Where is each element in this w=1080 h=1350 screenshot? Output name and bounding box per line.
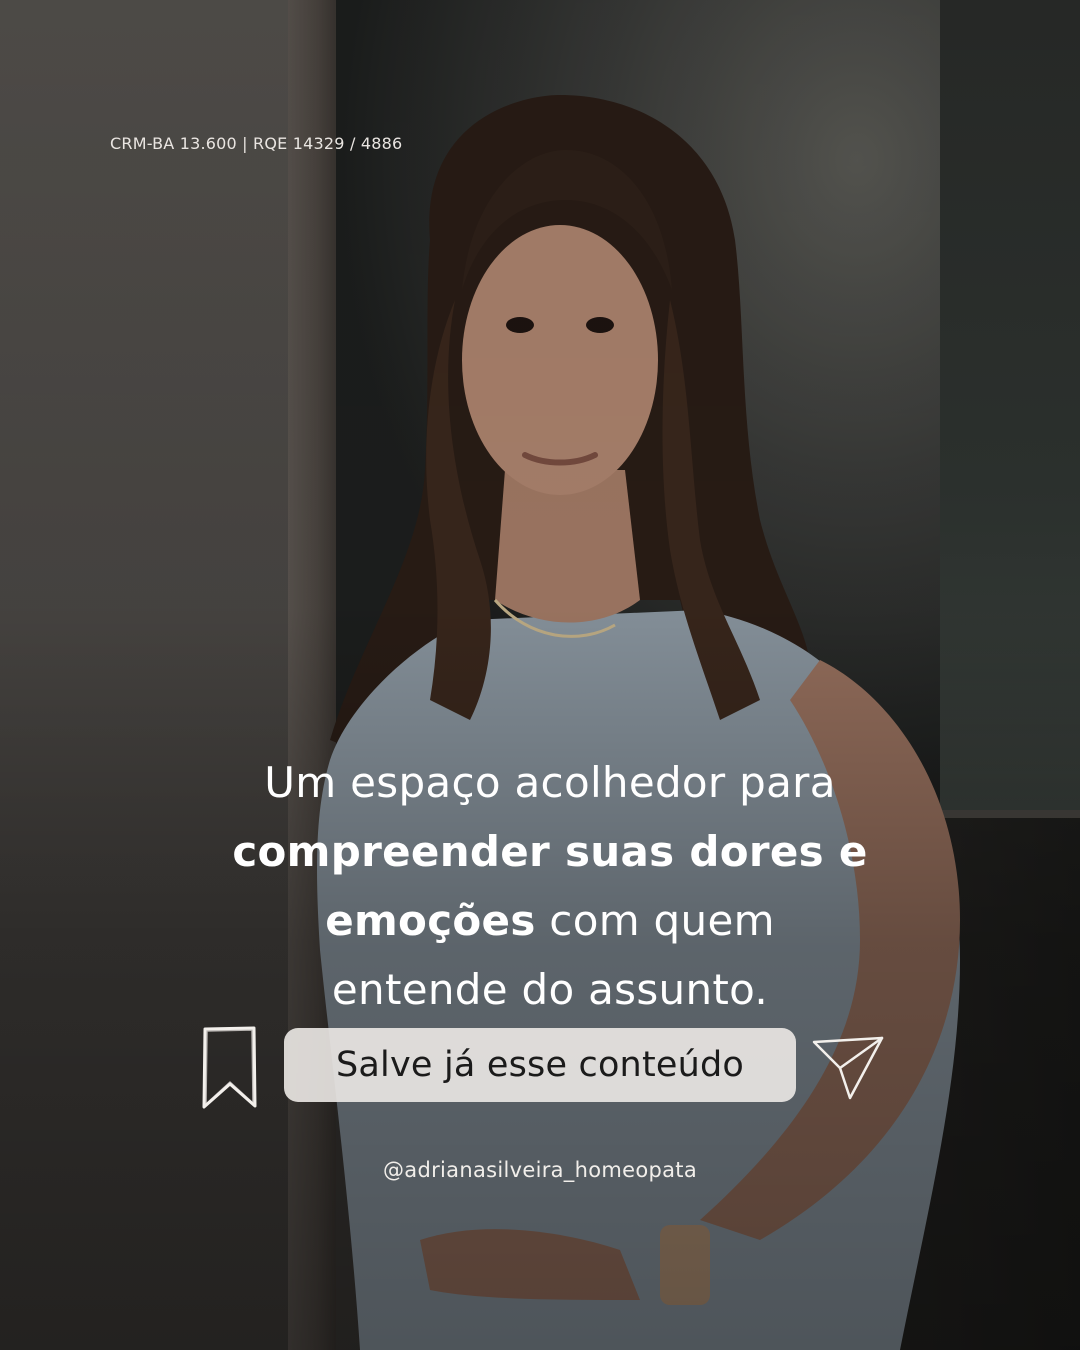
cta-row: Salve já esse conteúdo <box>0 1022 1080 1112</box>
post-canvas: CRM-BA 13.600 | RQE 14329 / 4886 Um espa… <box>0 0 1080 1350</box>
send-icon[interactable] <box>810 1034 886 1102</box>
headline-line-4: entende do assunto. <box>331 965 769 1014</box>
headline: Um espaço acolhedor para compreender sua… <box>140 748 960 1024</box>
save-content-button[interactable]: Salve já esse conteúdo <box>284 1028 796 1102</box>
headline-line-3-bold: emoções <box>325 896 536 945</box>
headline-line-2-bold: compreender suas dores e <box>232 827 868 876</box>
instagram-handle[interactable]: @adrianasilveira_homeopata <box>0 1158 1080 1182</box>
headline-line-3: emoções com quem <box>140 886 960 955</box>
save-content-label: Salve já esse conteúdo <box>335 1045 745 1085</box>
headline-line-3-regular: com quem <box>535 896 775 945</box>
professional-registration: CRM-BA 13.600 | RQE 14329 / 4886 <box>110 134 403 153</box>
headline-line-1: Um espaço acolhedor para <box>264 758 836 807</box>
headline-line-2: compreender suas dores e <box>140 817 960 886</box>
bookmark-icon[interactable] <box>198 1024 260 1110</box>
dark-overlay <box>0 0 1080 1350</box>
